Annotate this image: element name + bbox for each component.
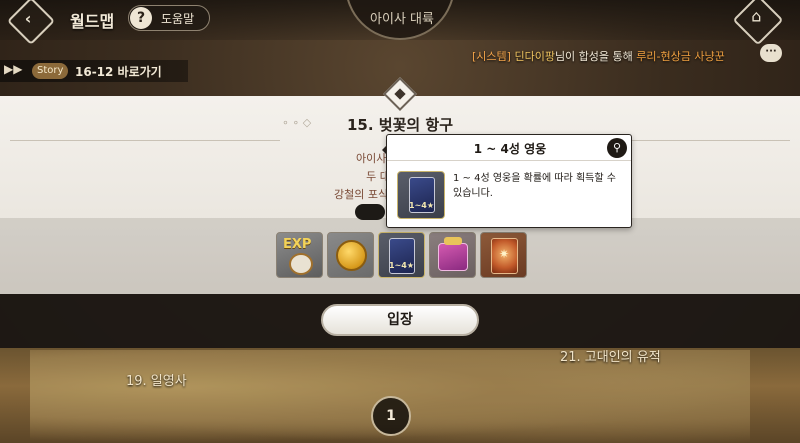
story-label: 16-12 바로가기 [75,65,162,79]
page-title: 월드맵 [70,12,115,31]
reward-list: EXP 1~4★ ✷ [276,232,527,278]
tooltip-description: 1 ~ 4성 영웅을 확률에 따라 획득할 수 있습니다. [453,173,616,199]
region-name: 아이사 대륙 [370,12,434,27]
hero-card-badge: 1~4★ [389,261,415,270]
sun-icon: ✷ [499,247,510,261]
system-user: 딘다이팡 [514,50,555,63]
story-shortcut[interactable]: ▶▶ Story 16-12 바로가기 [0,60,188,82]
gift-crown-icon [444,237,462,245]
tooltip-title: 1 ~ 4성 영웅 [473,142,547,156]
help-label: 도움말 [161,12,195,26]
system-prefix: [시스템] [472,50,511,63]
back-diamond-icon: ‹ [24,9,32,29]
system-item: 루리-현상금 사냥꾼 [636,50,725,63]
gift-box-reward[interactable] [429,232,476,278]
chat-icon[interactable]: ··· [760,44,782,62]
exp-badge: EXP [283,237,312,252]
tooltip-header: 1 ~ 4성 영웅 ⚲ [387,135,631,161]
exp-reward[interactable]: EXP [276,232,323,278]
hero-card-badge: 1~4★ [409,201,435,210]
help-icon: ? [130,7,152,29]
system-middle: 님이 합성을 통해 [554,50,633,63]
stage-title: 15. 벚꽃의 항구 [346,116,454,134]
story-tag: Story [32,63,69,79]
enter-button[interactable]: 입장 [321,304,479,336]
system-message: [시스템] 딘다이팡님이 합성을 통해 루리-현상금 사냥꾼 [472,48,725,64]
hero-reward[interactable]: 1~4★ [378,232,425,278]
gift-box-icon [438,243,468,271]
help-button[interactable]: ? 도움말 [128,5,210,31]
description-toggle[interactable] [355,204,385,220]
map-page-indicator[interactable]: 1 [371,396,411,436]
reward-tooltip: 1 ~ 4성 영웅 ⚲ 1~4★ 1 ~ 4성 영웅을 확률에 따라 획득할 수… [386,134,632,228]
home-icon: ⌂ [751,6,762,26]
map-location-label[interactable]: 19. 일영사 [126,370,187,389]
gold-coin-icon [336,240,367,271]
tooltip-item-icon: 1~4★ [397,171,445,219]
map-location-label[interactable]: 21. 고대인의 유적 [560,346,661,365]
title-divider [10,140,280,141]
card-reward[interactable]: ✷ [480,232,527,278]
fast-forward-icon: ▶▶ [4,62,23,76]
exp-mascot-icon [289,253,313,275]
gold-reward[interactable] [327,232,374,278]
magnifier-icon[interactable]: ⚲ [607,138,627,158]
